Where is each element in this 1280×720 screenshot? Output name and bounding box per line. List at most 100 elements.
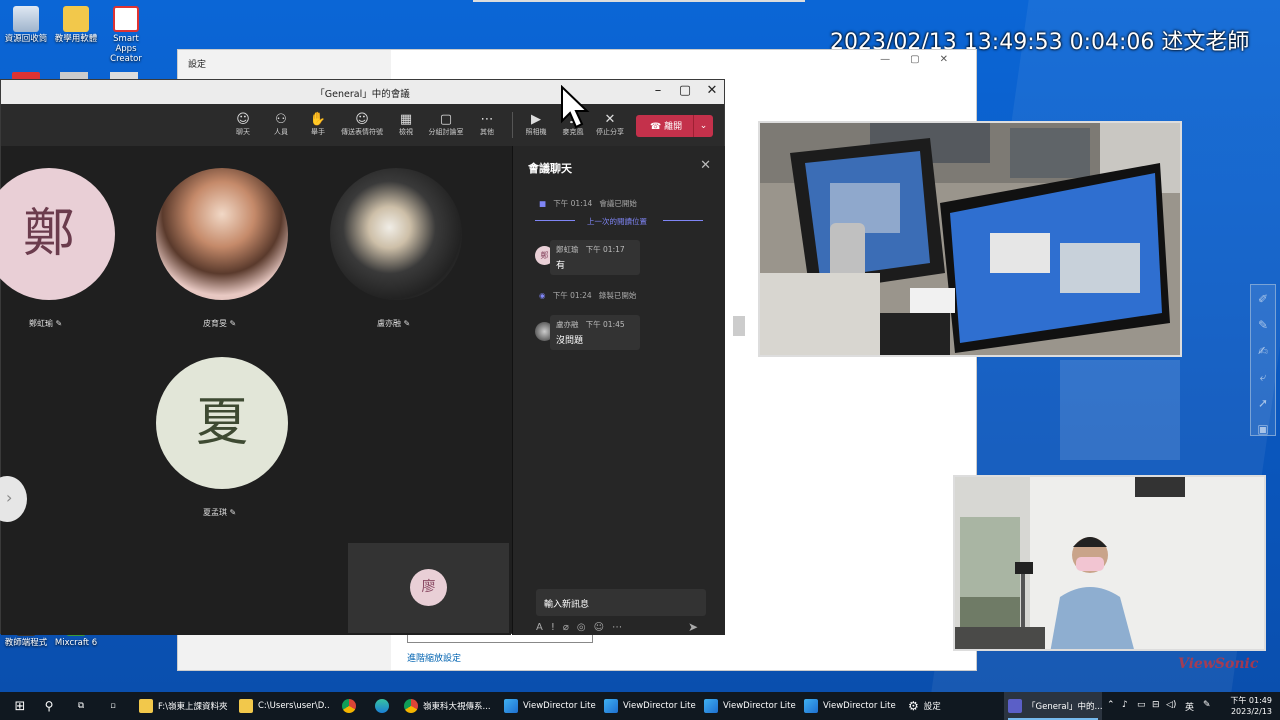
leave-button[interactable]: ☎ 離開 ⌄ — [636, 115, 713, 137]
send-icon[interactable]: ➤ — [688, 620, 698, 634]
more-icon[interactable]: ⋯ — [612, 622, 630, 633]
taskbar-item[interactable]: F:\嶺東上課資料夾 — [135, 692, 235, 720]
edge-icon — [375, 699, 389, 713]
chat-header: 會議聊天 — [528, 162, 572, 175]
taskbar-item[interactable]: ViewDirector Lite — [800, 692, 898, 720]
attach-icon[interactable]: ⌀ — [563, 622, 577, 633]
last-read-divider: 上一次的閱讀位置 — [587, 217, 647, 226]
toolbar-chat[interactable]: ☺ 聊天 — [223, 112, 263, 137]
taskbar-item[interactable] — [336, 692, 362, 720]
shape-tool-icon[interactable]: ⤶ — [1251, 365, 1275, 389]
chevron-down-icon[interactable]: ⌄ — [693, 115, 713, 137]
settings-window-controls[interactable]: —▢✕ — [880, 54, 968, 65]
mic-off-icon: ✎ — [403, 319, 411, 328]
toolbar-stop-share[interactable]: ✕ 停止分享 — [590, 112, 630, 137]
participant-name: 鄭虹瑜 — [29, 319, 53, 328]
toolbar-more[interactable]: ⋯ 其他 — [467, 112, 507, 137]
chrome-icon — [404, 699, 418, 713]
taskbar-item[interactable] — [369, 692, 395, 720]
scroll-left-button[interactable]: › — [0, 476, 27, 522]
toolbar-label: 其他 — [480, 128, 494, 136]
event-text: 會議已開始 — [599, 199, 637, 208]
participant-avatar[interactable]: 鄭 — [0, 168, 115, 300]
viewdirector-icon — [604, 699, 618, 713]
taskbar-clock[interactable]: 下午 01:49 2023/2/13 — [1230, 695, 1272, 717]
toolbar-view[interactable]: ▦ 檢視 — [386, 112, 426, 137]
toolbar-emoji[interactable]: ☺ 傳送表情符號 — [337, 112, 387, 137]
teams-titlebar: 「General」中的會議 – ▢ ✕ — [1, 80, 724, 104]
desktop-icon-recycle-bin[interactable]: 資源回收筒 — [2, 6, 50, 45]
input-method-indicator[interactable]: 英 — [1185, 700, 1194, 713]
chat-message: 盧亦融 下午 01:45 沒問題 — [550, 315, 640, 350]
window-tool-icon[interactable]: ▣ — [1251, 417, 1275, 441]
maximize-button[interactable]: ▢ — [676, 83, 694, 98]
pen-tool-icon[interactable]: ✎ — [1251, 313, 1275, 337]
phone-icon: ☎ — [650, 122, 665, 132]
start-button[interactable]: ⊞ — [8, 692, 32, 720]
taskbar-item-label: F:\嶺東上課資料夾 — [158, 702, 228, 712]
desktop-icon-label: Smart Apps Creator — [110, 34, 142, 64]
mic-off-icon: ✎ — [229, 319, 237, 328]
toolbar-label: 停止分享 — [596, 128, 624, 136]
mic-off-icon: ✎ — [55, 319, 63, 328]
message-sender: 盧亦融 — [556, 320, 579, 329]
pointer-tool-icon[interactable]: ✐ — [1251, 287, 1275, 311]
close-button[interactable]: ✕ — [703, 83, 721, 98]
priority-icon[interactable]: ! — [551, 622, 563, 633]
network-icon[interactable]: ⊟ — [1152, 700, 1160, 710]
toolbar-people[interactable]: ⚇ 人員 — [261, 112, 301, 137]
chat-close-icon[interactable]: ✕ — [700, 158, 711, 173]
loop-icon[interactable]: ◎ — [577, 622, 594, 633]
pen-icon[interactable]: ✎ — [1203, 700, 1211, 710]
camera-off-icon: ▶ — [531, 112, 541, 127]
toolbar-raise-hand[interactable]: ✋ 舉手 — [298, 112, 338, 137]
divider-line — [535, 220, 575, 221]
display-icon[interactable]: ▭ — [1137, 700, 1146, 710]
desktop-icon-label: 教學用軟體 — [54, 34, 98, 44]
search-icon: ⚲ — [44, 699, 54, 713]
desktop-icon-label: 資源回收筒 — [4, 34, 48, 44]
minimize-button[interactable]: – — [649, 83, 667, 98]
taskbar-item[interactable]: ViewDirector Lite — [600, 692, 698, 720]
taskbar-item[interactable]: ViewDirector Lite — [500, 692, 598, 720]
desktop-icon-smart-apps[interactable]: Smart Apps Creator — [102, 6, 150, 64]
mic-off-icon: ✎ — [229, 508, 237, 517]
chat-input[interactable]: 輸入新訊息 — [536, 589, 706, 616]
taskbar-item-label: ViewDirector Lite — [623, 701, 696, 711]
message-time: 下午 01:45 — [585, 320, 625, 329]
format-icon[interactable]: A — [536, 622, 551, 633]
people-icon: ⚇ — [275, 112, 287, 127]
taskbar-item[interactable]: ⚙ 設定 — [904, 692, 1002, 720]
volume-icon[interactable]: ◁) — [1166, 700, 1176, 710]
self-view-tile[interactable]: 廖 — [348, 543, 509, 633]
toolbar-label: 人員 — [274, 128, 288, 136]
microphone-icon[interactable]: ♪ — [1122, 700, 1128, 710]
participant-photo-avatar[interactable] — [156, 168, 288, 300]
toolbar-label: 分組討論室 — [428, 128, 464, 136]
message-text: 有 — [556, 261, 566, 271]
toolbar-camera[interactable]: ▶ 照相機 — [516, 112, 556, 137]
participant-cat-avatar[interactable] — [330, 168, 462, 300]
teams-meeting-window[interactable]: 「General」中的會議 – ▢ ✕ ☺ 聊天 ⚇ 人員 ✋ 舉手 ☺ 傳送表情符號 … — [0, 79, 725, 635]
taskbar-item[interactable]: C:\Users\user\D... — [235, 692, 330, 720]
desktop-icon-teaching-software[interactable]: 教學用軟體 — [52, 6, 100, 45]
widgets-button[interactable]: ▫ — [102, 692, 124, 720]
tray-chevron-icon[interactable]: ⌃ — [1107, 700, 1115, 710]
emoji-icon[interactable]: ☺ — [594, 622, 612, 633]
advanced-scaling-link[interactable]: 進階縮放設定 — [407, 651, 461, 664]
taskbar-item[interactable]: 嶺東科大視傳系... — [400, 692, 498, 720]
settings-scroll-thumb[interactable] — [733, 316, 745, 336]
gear-icon: ⚙ — [908, 699, 919, 713]
task-view-button[interactable]: ⧉ — [70, 692, 92, 720]
highlighter-tool-icon[interactable]: ✍ — [1251, 339, 1275, 363]
participant-name: 盧亦融 — [377, 319, 401, 328]
search-button[interactable]: ⚲ — [38, 692, 60, 720]
taskbar-item-active[interactable]: 「General」中的... — [1004, 692, 1102, 720]
toolbar-label: 舉手 — [311, 128, 325, 136]
toolbar-divider — [512, 112, 513, 138]
participant-avatar[interactable]: 夏 — [156, 357, 288, 489]
toolbar-breakout[interactable]: ▢ 分組討論室 — [423, 112, 469, 137]
arrow-tool-icon[interactable]: ➚ — [1251, 391, 1275, 415]
folder-icon — [63, 6, 89, 32]
taskbar-item[interactable]: ViewDirector Lite — [700, 692, 798, 720]
